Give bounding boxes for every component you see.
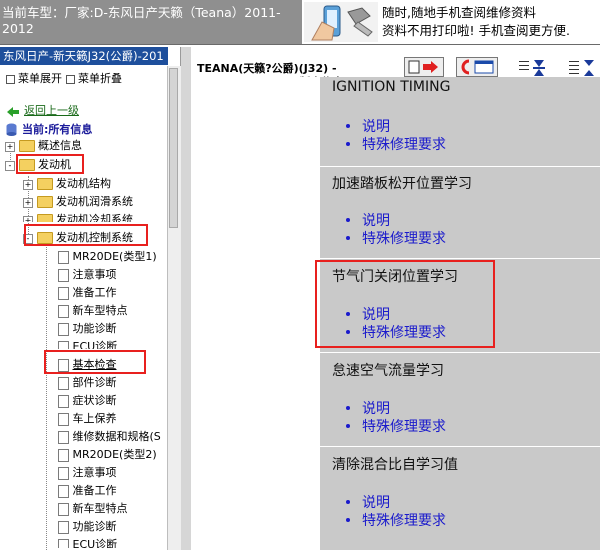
expand-icon (6, 74, 15, 84)
section-divider (320, 446, 600, 447)
document-icon (58, 538, 69, 548)
section-link[interactable]: 说明 (362, 210, 390, 230)
tree-node-overview[interactable]: + 概述信息 (5, 138, 82, 154)
document-icon (58, 376, 69, 390)
bullet-icon (346, 124, 350, 128)
current-vehicle-label: 当前车型：厂家:D-东风日产天籁（Teana）2011-2012 (2, 5, 281, 36)
section-heading: IGNITION TIMING (332, 79, 451, 95)
folder-icon (36, 178, 53, 190)
document-icon (58, 520, 69, 534)
ad-text-line2: 资料不用打印啦! 手机查阅更方便. (382, 23, 570, 38)
database-icon (6, 121, 17, 136)
document-icon (58, 250, 69, 264)
section-link[interactable]: 特殊修理要求 (362, 228, 446, 248)
bullet-icon (346, 406, 350, 410)
current-scope-label: 当前:所有信息 (22, 123, 93, 136)
tree-leaf[interactable]: 功能诊断 (58, 519, 117, 535)
section-link[interactable]: 说明 (362, 398, 390, 418)
left-pane-title: 东风日产-新天籁J32(公爵)-201 (0, 47, 168, 65)
bullet-icon (346, 518, 350, 522)
next-page-button[interactable] (404, 57, 444, 77)
collapse-all-icon[interactable] (568, 58, 598, 78)
folder-icon (36, 214, 53, 222)
bullet-icon (346, 142, 350, 146)
expand-toggle-icon[interactable]: + (23, 216, 33, 222)
document-icon (58, 286, 69, 300)
tree-leaf[interactable]: 症状诊断 (58, 393, 117, 409)
document-icon (58, 430, 69, 444)
tree-line (46, 244, 47, 550)
tree-leaf[interactable]: 部件诊断 (58, 375, 117, 391)
document-icon (58, 484, 69, 498)
folder-icon (18, 140, 35, 152)
tree-leaf[interactable]: 准备工作 (58, 483, 117, 499)
document-icon (58, 448, 69, 462)
section-divider (320, 166, 600, 167)
tree-leaf[interactable]: 新车型特点 (58, 501, 128, 517)
tree-leaf[interactable]: MR20DE(类型1) (58, 249, 157, 265)
tree-leaf[interactable]: 准备工作 (58, 285, 117, 301)
return-icon (461, 59, 494, 75)
expand-toggle-icon[interactable]: + (23, 180, 33, 190)
section-link[interactable]: 说明 (362, 116, 390, 136)
document-icon (58, 466, 69, 480)
highlight-box-engine-control (24, 224, 148, 246)
expand-toggle-icon[interactable]: + (23, 198, 33, 208)
tree-leaf[interactable]: 注意事项 (58, 267, 117, 283)
section-link[interactable]: 说明 (362, 492, 390, 512)
section-divider (320, 352, 600, 353)
document-icon (58, 394, 69, 408)
document-icon (58, 268, 69, 282)
tree-leaf[interactable]: 新车型特点 (58, 303, 128, 319)
document-icon (58, 322, 69, 336)
tree-node-lubrication[interactable]: + 发动机润滑系统 (23, 194, 133, 210)
document-icon (58, 340, 69, 349)
section-link[interactable]: 特殊修理要求 (362, 510, 446, 530)
ad-text-line1: 随时,随地手机查阅维修资料 (382, 5, 536, 20)
document-icon (58, 502, 69, 516)
tree-leaf[interactable]: 功能诊断 (58, 321, 117, 337)
section-link[interactable]: 特殊修理要求 (362, 134, 446, 154)
tree-node-engine-structure[interactable]: + 发动机结构 (23, 176, 111, 192)
expand-menu-button[interactable]: 菜单展开 (6, 70, 62, 86)
bullet-icon (346, 424, 350, 428)
section-heading: 清除混合比自学习值 (332, 457, 458, 473)
document-icon (58, 304, 69, 318)
bullet-icon (346, 500, 350, 504)
back-link[interactable]: 返回上一级 (24, 102, 79, 118)
left-scrollbar-thumb[interactable] (169, 68, 178, 228)
bullet-icon (346, 236, 350, 240)
collapse-icon (66, 74, 75, 84)
tree-node-cooling[interactable]: + 发动机冷却系统 (23, 212, 133, 222)
tree-leaf[interactable]: 注意事项 (58, 465, 117, 481)
phone-hand-icon (304, 2, 378, 42)
tree-leaf[interactable]: 维修数据和规格(S (58, 429, 166, 445)
section-heading: 加速踏板松开位置学习 (332, 176, 472, 192)
content-margin (191, 77, 320, 550)
zoom-toggle-icon[interactable] (518, 58, 548, 78)
collapse-toggle-icon[interactable]: - (5, 161, 15, 171)
tree-leaf[interactable]: ECU诊断 (58, 339, 117, 349)
highlight-box-basic-inspection (44, 350, 146, 374)
highlight-box-engine (16, 154, 84, 174)
back-arrow-icon (6, 103, 20, 117)
section-divider (320, 258, 600, 259)
tree-leaf[interactable]: MR20DE(类型2) (58, 447, 157, 463)
bullet-icon (346, 218, 350, 222)
next-arrow-icon (408, 60, 438, 74)
section-heading: 怠速空气流量学习 (332, 363, 444, 379)
collapse-menu-button[interactable]: 菜单折叠 (66, 70, 122, 86)
tree-leaf[interactable]: 车上保养 (58, 411, 117, 427)
highlight-box-throttle-learning (315, 260, 495, 348)
expand-toggle-icon[interactable]: + (5, 142, 15, 152)
pane-splitter[interactable] (181, 47, 191, 550)
back-page-button[interactable] (456, 57, 498, 77)
tree-leaf[interactable]: ECU诊断 (58, 537, 117, 548)
folder-icon (36, 196, 53, 208)
document-icon (58, 412, 69, 426)
section-link[interactable]: 特殊修理要求 (362, 416, 446, 436)
